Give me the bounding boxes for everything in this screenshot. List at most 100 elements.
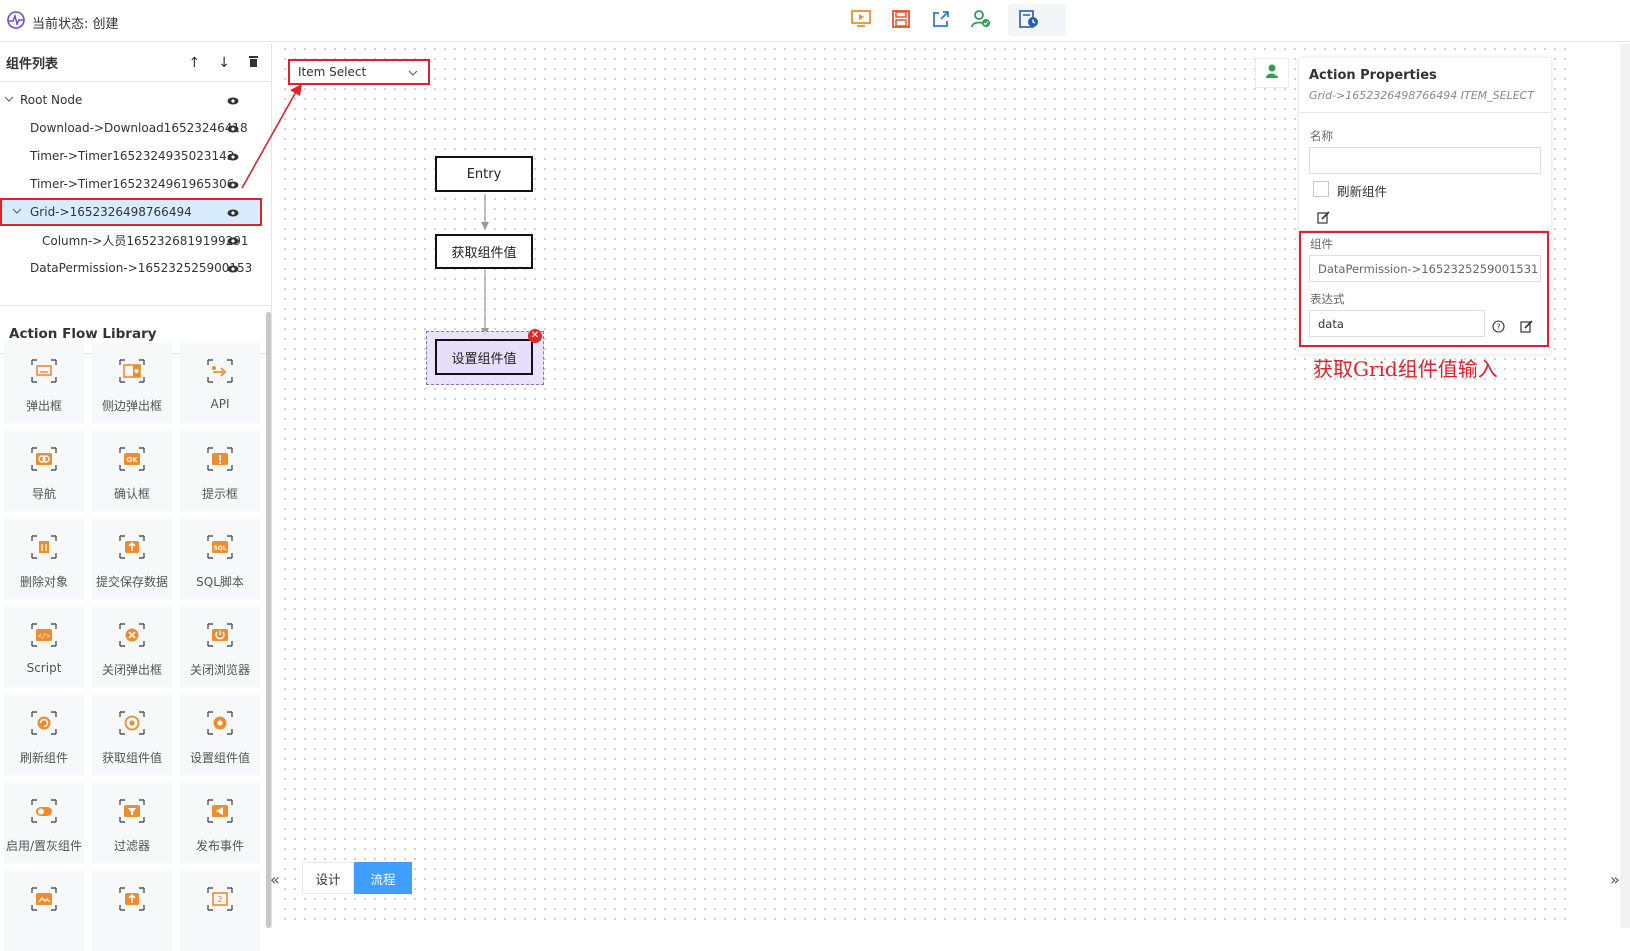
library-item-branch[interactable]: 2 — [180, 871, 260, 951]
move-up-icon[interactable]: ↑ — [189, 55, 201, 72]
library-item-label: 弹出框 — [25, 399, 62, 413]
refresh-component-label: 刷新组件 — [1337, 184, 1388, 199]
right-scrollbar[interactable] — [1620, 44, 1630, 928]
get-value-icon — [117, 709, 147, 741]
chevron-down-icon[interactable] — [12, 205, 22, 219]
library-item-toggle-component[interactable]: 启用/置灰组件 — [4, 783, 84, 863]
library-item-submit-save[interactable]: 提交保存数据 — [92, 519, 172, 599]
chevron-down-icon[interactable] — [4, 93, 14, 107]
flow-connectors — [481, 194, 489, 336]
move-down-icon[interactable]: ↓ — [218, 55, 230, 72]
library-item-filter[interactable]: 过滤器 — [92, 783, 172, 863]
visibility-eye-icon[interactable] — [227, 234, 239, 248]
library-item-api[interactable]: API — [180, 343, 260, 423]
filter-icon — [117, 797, 147, 829]
flow-node-set-value[interactable]: 设置组件值 — [435, 339, 533, 375]
delete-icon[interactable] — [248, 55, 259, 72]
tree-item-label: Timer->Timer1652324935023143 — [30, 149, 235, 163]
history-icon[interactable] — [1018, 8, 1040, 30]
tab-design[interactable]: 设计 — [302, 862, 354, 894]
upload-icon — [117, 885, 147, 917]
svg-text:2: 2 — [217, 895, 222, 904]
library-item-script[interactable]: </> Script — [4, 607, 84, 687]
library-item-label: 导航 — [31, 487, 56, 501]
library-item-alert[interactable]: 提示框 — [180, 431, 260, 511]
popup-icon — [29, 357, 59, 389]
name-label: 名称 — [1310, 129, 1333, 143]
library-item-label: 确认框 — [113, 487, 150, 501]
sql-icon: SQL — [205, 533, 235, 565]
component-list-header: 组件列表 ↑ ↓ — [0, 44, 271, 82]
publish-event-icon — [205, 797, 235, 829]
library-item-publish-event[interactable]: 发布事件 — [180, 783, 260, 863]
library-item-popup[interactable]: 弹出框 — [4, 343, 84, 423]
divider — [1299, 112, 1551, 113]
save-icon[interactable] — [890, 8, 912, 30]
user-icon — [1264, 63, 1280, 83]
library-item-upload[interactable] — [92, 871, 172, 951]
action-library-grid: 弹出框 侧边弹出框 API 导航 OK 确认框 提示框删除对象 提交保存数据 SQL SQL脚本 <… — [4, 343, 260, 951]
collapse-left-icon[interactable]: « — [270, 870, 280, 889]
collapse-right-icon[interactable]: » — [1610, 870, 1620, 889]
highlight-box — [1299, 231, 1549, 347]
set-value-icon — [205, 709, 235, 741]
library-item-label: 获取组件值 — [101, 751, 162, 765]
flow-node-entry[interactable]: Entry — [435, 156, 533, 192]
library-item-confirm[interactable]: OK 确认框 — [92, 431, 172, 511]
visibility-eye-icon[interactable] — [227, 262, 239, 276]
alert-icon — [205, 445, 235, 477]
library-item-label: 删除对象 — [19, 575, 68, 589]
flow-node-label: Entry — [466, 166, 502, 182]
library-item-label: 关闭弹出框 — [101, 663, 162, 677]
tree-item-label: Root Node — [20, 93, 83, 107]
edit-icon[interactable] — [1317, 209, 1330, 228]
toggle-component-icon — [29, 797, 59, 829]
branch-icon: 2 — [205, 885, 235, 917]
preview-icon[interactable] — [850, 8, 872, 30]
app-logo-icon — [6, 10, 26, 34]
library-item-sql[interactable]: SQL SQL脚本 — [180, 519, 260, 599]
refresh-component-icon — [29, 709, 59, 741]
annotation-arrow-line — [241, 89, 298, 189]
export-icon[interactable] — [930, 8, 952, 30]
tree-item-label: DataPermission->165232525900153 — [30, 261, 253, 275]
name-input[interactable] — [1309, 147, 1541, 174]
library-item-close-popup[interactable]: 关闭弹出框 — [92, 607, 172, 687]
delete-node-icon[interactable]: ✕ — [528, 329, 542, 343]
script-icon: </> — [29, 621, 59, 653]
tree-item-datapermission[interactable]: DataPermission->165232525900153 — [0, 254, 271, 282]
library-item-side-popup[interactable]: 侧边弹出框 — [92, 343, 172, 423]
image-icon — [29, 885, 59, 917]
tree-item-grid[interactable]: Grid->1652326498766494 — [0, 198, 262, 226]
tree-item-label: Download->Download16523246418 — [30, 121, 248, 135]
annotation-arrow — [241, 84, 302, 189]
publish-icon[interactable] — [970, 8, 992, 30]
tab-flow[interactable]: 流程 — [354, 862, 412, 894]
library-item-image[interactable] — [4, 871, 84, 951]
close-popup-icon — [117, 621, 147, 653]
library-item-label: 提示框 — [201, 487, 238, 501]
navigate-icon — [29, 445, 59, 477]
library-item-label: 发布事件 — [195, 839, 244, 853]
library-item-label: SQL脚本 — [196, 575, 244, 589]
library-item-label: 侧边弹出框 — [101, 399, 162, 413]
tree-item-column[interactable]: Column->人员1652326819199291 — [0, 226, 271, 254]
svg-text:</>: </> — [38, 632, 51, 640]
tree-item-label: Grid->1652326498766494 — [30, 205, 192, 219]
flow-node-get-value[interactable]: 获取组件值 — [435, 234, 533, 269]
library-item-set-value[interactable]: 设置组件值 — [180, 695, 260, 775]
user-assign-button[interactable] — [1255, 58, 1289, 88]
library-item-label: 过滤器 — [113, 839, 150, 853]
flow-node-label: 获取组件值 — [451, 246, 517, 261]
library-item-close-browser[interactable]: 关闭浏览器 — [180, 607, 260, 687]
visibility-eye-icon[interactable] — [227, 206, 239, 220]
library-item-refresh-component[interactable]: 刷新组件 — [4, 695, 84, 775]
library-item-delete-object[interactable]: 删除对象 — [4, 519, 84, 599]
close-browser-icon — [205, 621, 235, 653]
refresh-component-checkbox[interactable] — [1313, 181, 1329, 197]
annotation-arrowhead — [290, 84, 302, 96]
sidebar-scrollbar[interactable] — [266, 312, 271, 928]
library-item-get-value[interactable]: 获取组件值 — [92, 695, 172, 775]
library-item-label: 刷新组件 — [19, 751, 68, 765]
library-item-navigate[interactable]: 导航 — [4, 431, 84, 511]
